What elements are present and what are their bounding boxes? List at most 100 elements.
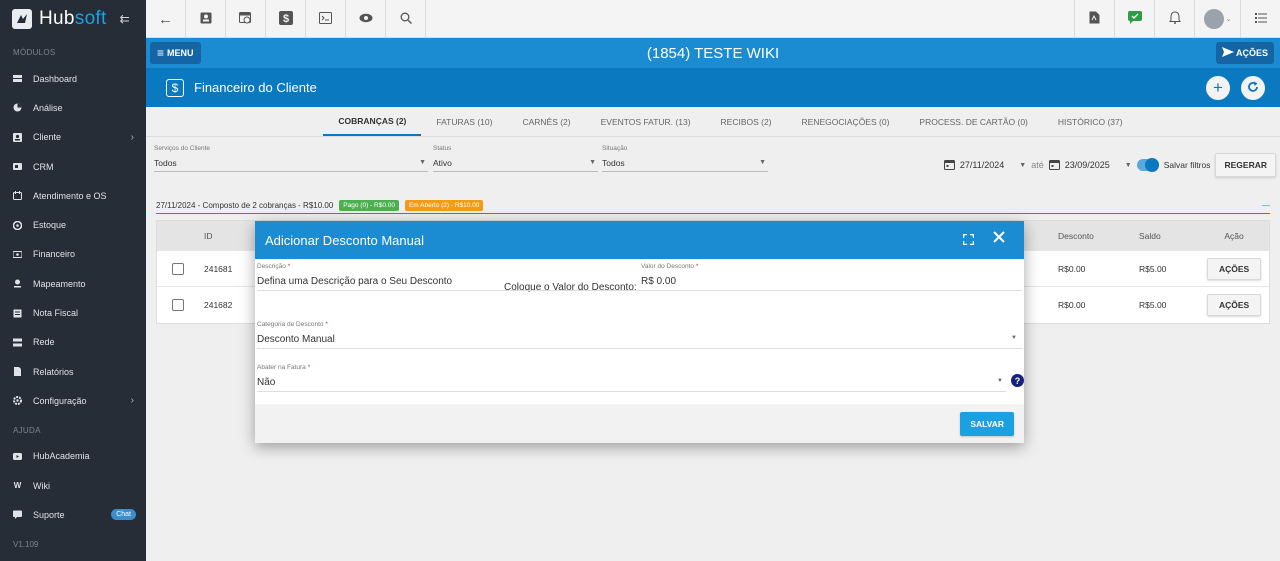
row-id: 241681 bbox=[204, 263, 233, 274]
sidebar-item-label: Atendimento e OS bbox=[33, 190, 107, 201]
valor-hint: Coloque o Valor do Desconto: bbox=[504, 276, 637, 296]
descricao-value: Defina uma Descrição para o Seu Desconto bbox=[257, 276, 453, 287]
tab-recibos[interactable]: RECIBOS (2) bbox=[706, 107, 787, 136]
terminal-button[interactable] bbox=[306, 0, 346, 38]
servicos-filter-label: Serviços do Cliente bbox=[154, 145, 210, 152]
row-actions-button[interactable]: AÇÕES bbox=[1207, 257, 1262, 280]
sidebar-item-configuracao[interactable]: Configuração › bbox=[0, 386, 146, 415]
tab-faturas[interactable]: FATURAS (10) bbox=[421, 107, 507, 136]
tab-eventos-fatur[interactable]: EVENTOS FATUR. (13) bbox=[586, 107, 706, 136]
row-checkbox[interactable] bbox=[172, 299, 184, 311]
close-icon[interactable] bbox=[993, 230, 1005, 246]
sidebar-item-dashboard[interactable]: Dashboard bbox=[0, 64, 146, 93]
tab-historico[interactable]: HISTÓRICO (37) bbox=[1043, 107, 1138, 136]
sidebar-item-wiki[interactable]: W Wiki bbox=[0, 471, 146, 500]
descricao-field[interactable]: Descrição * Defina uma Descrição para o … bbox=[257, 263, 497, 290]
actions-button[interactable]: AÇÕES bbox=[1215, 42, 1274, 64]
help-icon[interactable]: ? bbox=[1011, 374, 1024, 387]
sidebar-item-suporte[interactable]: Suporte Chat bbox=[0, 500, 146, 529]
section-title: Financeiro do Cliente bbox=[194, 80, 317, 95]
sidebar-item-nota-fiscal[interactable]: Nota Fiscal bbox=[0, 298, 146, 327]
collapse-group-icon[interactable]: — bbox=[1262, 201, 1270, 210]
date-from-value: 27/11/2024 bbox=[959, 160, 1005, 170]
video-icon bbox=[13, 452, 22, 461]
fullscreen-icon[interactable] bbox=[962, 232, 975, 248]
back-button[interactable]: ← bbox=[146, 0, 186, 38]
map-pin-icon bbox=[13, 279, 22, 288]
messages-button[interactable] bbox=[1114, 0, 1154, 38]
required-mark: * bbox=[287, 263, 291, 270]
section-header: $ Financeiro do Cliente + bbox=[146, 68, 1280, 107]
view-button[interactable] bbox=[346, 0, 386, 38]
user-menu-button[interactable]: ⌄ bbox=[1194, 0, 1240, 38]
client-card-button[interactable] bbox=[186, 0, 226, 38]
sidebar-item-hubacademia[interactable]: HubAcademia bbox=[0, 442, 146, 471]
field-divider bbox=[257, 348, 1022, 349]
tab-renegociacoes[interactable]: RENEGOCIAÇÕES (0) bbox=[787, 107, 905, 136]
refresh-button[interactable] bbox=[1241, 76, 1265, 100]
collapse-sidebar-icon[interactable]: ⇇ bbox=[120, 12, 130, 26]
calendar-clock-button[interactable] bbox=[226, 0, 266, 38]
topbar: ← $ ⌄ bbox=[146, 0, 1280, 38]
date-from-input[interactable]: 27/11/2024 ▼ bbox=[943, 159, 1026, 172]
date-to-value: 23/09/2025 bbox=[1064, 160, 1110, 170]
sidebar-item-crm[interactable]: CRM bbox=[0, 152, 146, 181]
menu-label: MENU bbox=[167, 48, 194, 58]
network-icon bbox=[13, 338, 22, 347]
date-to-input[interactable]: 23/09/2025 ▼ bbox=[1048, 159, 1132, 172]
sidebar-item-estoque[interactable]: Estoque bbox=[0, 210, 146, 239]
add-button[interactable]: + bbox=[1206, 76, 1230, 100]
valor-field[interactable]: Valor do Desconto * R$ 0.00 bbox=[641, 263, 1021, 290]
header-id: ID bbox=[204, 230, 213, 241]
regerar-button[interactable]: REGERAR bbox=[1215, 153, 1276, 177]
abater-field[interactable]: Abater na Fatura * Não ▼ bbox=[257, 364, 1003, 391]
search-icon bbox=[400, 12, 412, 27]
row-checkbox[interactable] bbox=[172, 262, 184, 275]
calendar-icon bbox=[1048, 159, 1060, 172]
client-icon bbox=[13, 132, 22, 142]
pdf-button[interactable] bbox=[1074, 0, 1114, 38]
header-acao: Ação bbox=[1224, 230, 1244, 241]
dropdown-arrow-icon: ▼ bbox=[589, 159, 596, 166]
open-badge: Em Aberto (2) - R$10.00 bbox=[404, 200, 484, 211]
sidebar-item-cliente[interactable]: Cliente › bbox=[0, 123, 146, 152]
chat-check-icon bbox=[1127, 11, 1142, 27]
client-title: (1854) TESTE WIKI bbox=[646, 44, 780, 62]
status-filter[interactable]: Status Ativo ▼ bbox=[433, 145, 598, 172]
tab-process-cartao[interactable]: PROCESS. DE CARTÃO (0) bbox=[904, 107, 1042, 136]
sidebar-section-help: AJUDA bbox=[13, 425, 41, 435]
invoice-icon bbox=[13, 309, 22, 318]
sidebar-item-analise[interactable]: Análise bbox=[0, 93, 146, 122]
chat-badge[interactable]: Chat bbox=[111, 509, 136, 521]
notifications-button[interactable] bbox=[1154, 0, 1194, 38]
logo-text: Hubsoft bbox=[39, 8, 107, 29]
save-button[interactable]: SALVAR bbox=[960, 412, 1014, 436]
paid-badge: Pago (0) - R$0.00 bbox=[339, 200, 399, 211]
list-menu-button[interactable] bbox=[1240, 0, 1280, 38]
save-filters-toggle[interactable] bbox=[1136, 158, 1159, 172]
sidebar-item-rede[interactable]: Rede bbox=[0, 328, 146, 357]
settings-icon bbox=[13, 396, 22, 406]
sidebar-item-label: Relatórios bbox=[33, 366, 74, 377]
situacao-filter[interactable]: Situação Todos ▼ bbox=[602, 145, 768, 172]
search-button[interactable] bbox=[386, 0, 426, 38]
menu-button[interactable]: ≡ MENU bbox=[150, 42, 201, 64]
sidebar-item-mapeamento[interactable]: Mapeamento bbox=[0, 269, 146, 298]
sidebar-section-modules: MÓDULOS bbox=[13, 48, 56, 57]
sidebar-item-financeiro[interactable]: Financeiro bbox=[0, 240, 146, 269]
dropdown-arrow-icon: ▼ bbox=[1124, 161, 1132, 169]
categoria-field[interactable]: Categoria de Desconto * Desconto Manual … bbox=[257, 321, 1021, 348]
logo[interactable]: Hubsoft ⇇ bbox=[0, 0, 146, 38]
billing-group-header[interactable]: 27/11/2024 - Composto de 2 cobranças - R… bbox=[156, 198, 1270, 214]
sidebar-item-label: CRM bbox=[33, 161, 54, 172]
save-filters-label: Salvar filtros bbox=[1163, 160, 1211, 170]
servicos-filter[interactable]: Serviços do Cliente Todos ▼ bbox=[154, 145, 428, 172]
finance-button[interactable]: $ bbox=[266, 0, 306, 38]
sidebar-item-relatorios[interactable]: Relatórios bbox=[0, 357, 146, 386]
tab-carnes[interactable]: CARNÊS (2) bbox=[507, 107, 585, 136]
sidebar-item-atendimento[interactable]: Atendimento e OS bbox=[0, 181, 146, 210]
row-actions-button[interactable]: AÇÕES bbox=[1207, 294, 1262, 316]
header-saldo: Saldo bbox=[1139, 230, 1161, 241]
modal-footer: SALVAR bbox=[255, 404, 1024, 443]
tab-cobrancas[interactable]: COBRANÇAS (2) bbox=[323, 107, 422, 136]
